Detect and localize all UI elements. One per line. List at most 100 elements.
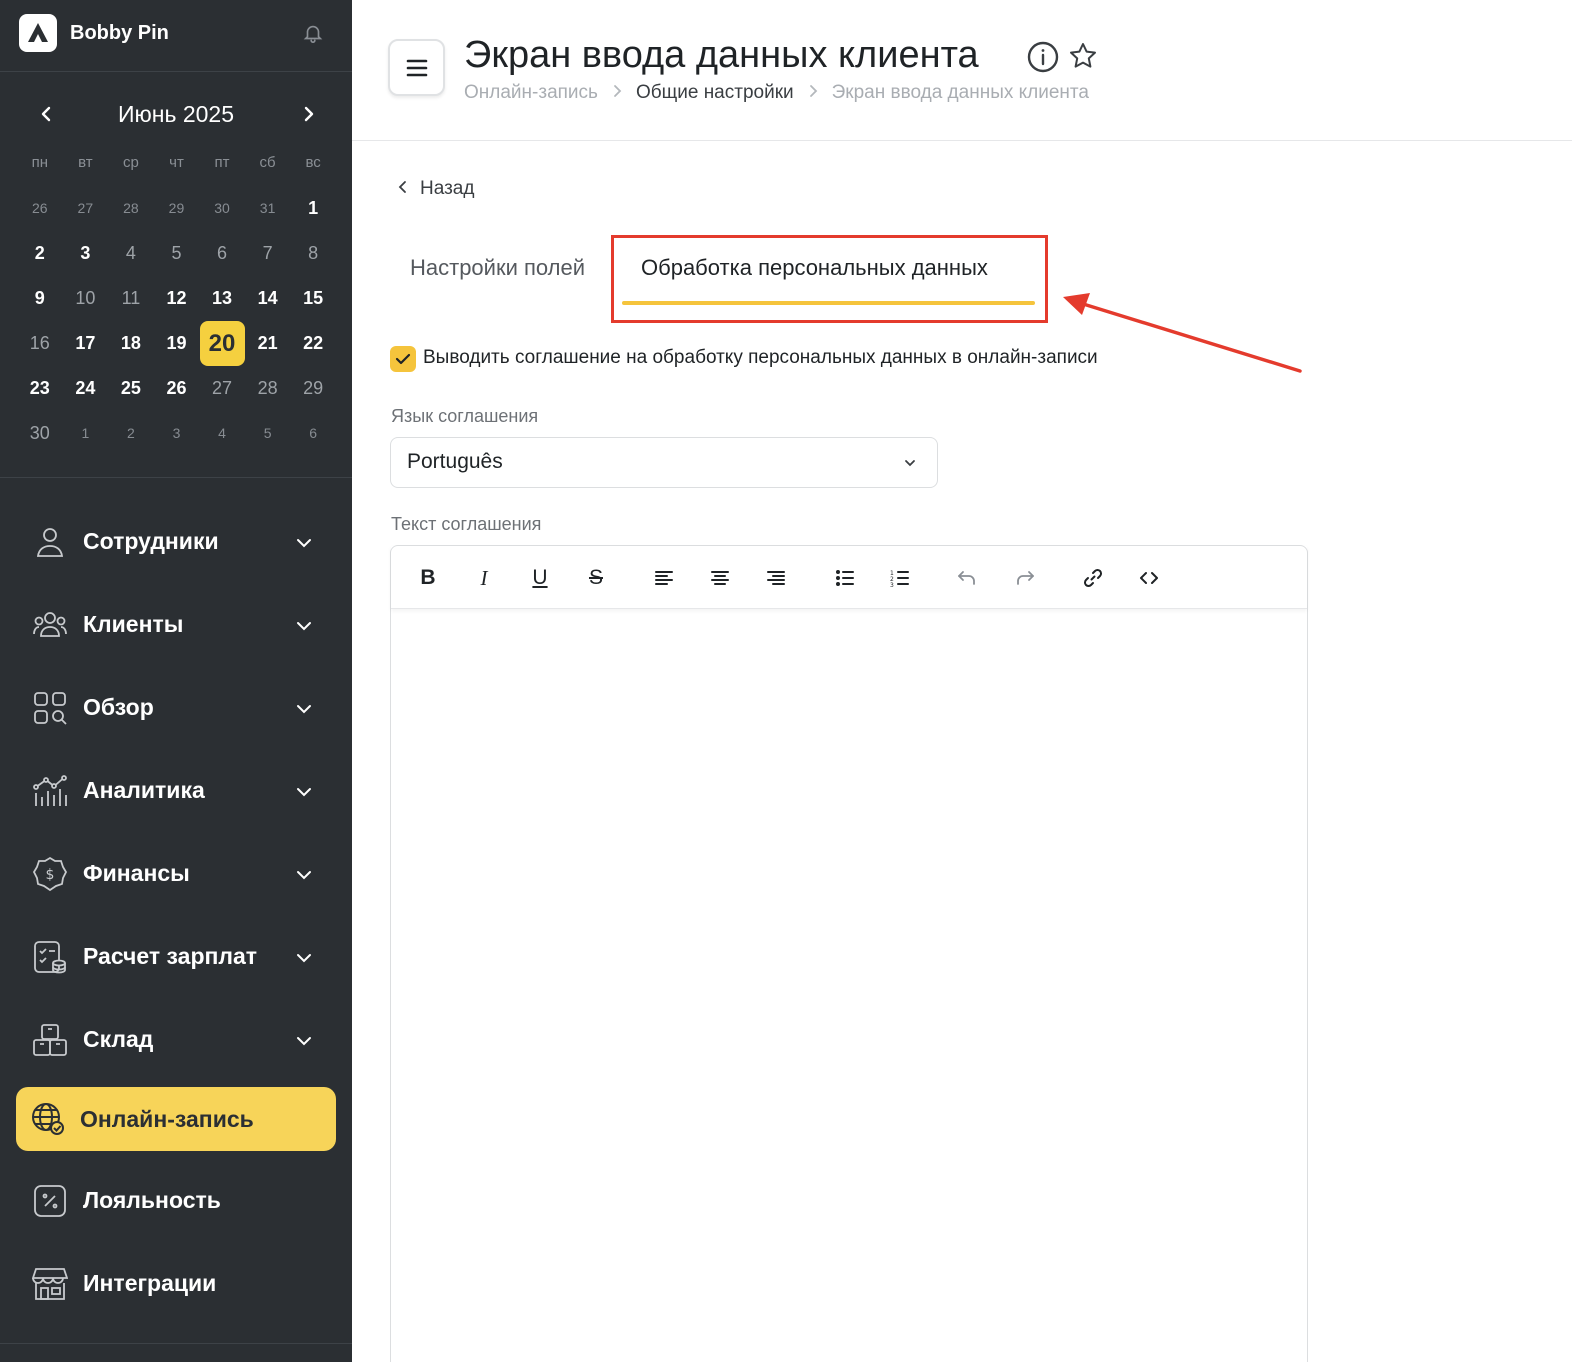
calendar-day[interactable]: 24 <box>63 366 109 411</box>
calendar-day[interactable]: 12 <box>154 276 200 321</box>
calendar-day[interactable]: 19 <box>154 321 200 366</box>
payroll-icon <box>34 941 66 974</box>
info-icon[interactable] <box>1026 40 1060 79</box>
weekday: пн <box>31 154 48 171</box>
brand-logo[interactable] <box>19 14 57 52</box>
chevron-down-icon <box>297 1037 311 1046</box>
calendar-day-selected[interactable]: 20 <box>199 321 245 366</box>
italic-icon[interactable]: I <box>471 565 497 591</box>
discount-icon <box>34 1185 66 1217</box>
calendar-day[interactable]: 30 <box>199 186 245 231</box>
sidebar-item-analytics[interactable]: Аналитика <box>16 749 336 832</box>
sidebar-item-online-booking[interactable]: Онлайн-запись <box>16 1087 336 1151</box>
calendar-day[interactable]: 27 <box>63 186 109 231</box>
selected-day-label: 20 <box>199 321 245 366</box>
calendar-day[interactable]: 4 <box>108 231 154 276</box>
align-right-icon[interactable] <box>763 565 789 591</box>
sidebar-item-clients[interactable]: Клиенты <box>16 583 336 666</box>
bullet-list-icon[interactable] <box>832 565 858 591</box>
calendar-day[interactable]: 11 <box>108 276 154 321</box>
calendar-day[interactable]: 8 <box>290 231 336 276</box>
calendar-day[interactable]: 21 <box>245 321 291 366</box>
calendar-day[interactable]: 14 <box>245 276 291 321</box>
star-icon[interactable] <box>1068 41 1098 76</box>
link-icon[interactable] <box>1080 565 1106 591</box>
calendar-day[interactable]: 17 <box>63 321 109 366</box>
sidebar-item-finances[interactable]: $ Финансы <box>16 832 336 915</box>
calendar-day[interactable]: 18 <box>108 321 154 366</box>
agreement-text-editor[interactable]: B I U S 123 <box>390 545 1308 1362</box>
calendar-day[interactable]: 28 <box>108 186 154 231</box>
menu-button[interactable] <box>388 39 445 96</box>
calendar-day[interactable]: 6 <box>199 231 245 276</box>
sidebar: Bobby Pin Июнь 2025 пн вт ср чт пт сб вс… <box>0 0 352 1362</box>
undo-icon[interactable] <box>954 565 980 591</box>
svg-text:3: 3 <box>890 582 894 587</box>
numbered-list-icon[interactable]: 123 <box>887 565 913 591</box>
calendar-day[interactable]: 10 <box>63 276 109 321</box>
code-icon[interactable] <box>1136 565 1162 591</box>
align-center-icon[interactable] <box>707 565 733 591</box>
calendar-day[interactable]: 26 <box>17 186 63 231</box>
redo-icon[interactable] <box>1012 565 1038 591</box>
calendar-day[interactable]: 4 <box>199 411 245 456</box>
bold-icon[interactable]: B <box>415 565 441 591</box>
calendar-day[interactable]: 5 <box>245 411 291 456</box>
breadcrumb-item[interactable]: Онлайн-запись <box>464 82 598 103</box>
calendar-day[interactable]: 29 <box>290 366 336 411</box>
calendar-day[interactable]: 22 <box>290 321 336 366</box>
calendar-day[interactable]: 29 <box>154 186 200 231</box>
weekday: вс <box>305 154 321 171</box>
calendar-day[interactable]: 1 <box>290 186 336 231</box>
sidebar-item-employees[interactable]: Сотрудники <box>16 500 336 583</box>
calendar-day[interactable]: 16 <box>17 321 63 366</box>
calendar-day[interactable]: 3 <box>63 231 109 276</box>
calendar-day[interactable]: 13 <box>199 276 245 321</box>
calendar-weekdays: пн вт ср чт пт сб вс <box>17 140 336 186</box>
calendar-day[interactable]: 9 <box>17 276 63 321</box>
calendar-day[interactable]: 25 <box>108 366 154 411</box>
calendar-day[interactable]: 28 <box>245 366 291 411</box>
calendar-day[interactable]: 2 <box>108 411 154 456</box>
strikethrough-icon[interactable]: S <box>583 565 609 591</box>
sidebar-item-integrations[interactable]: Интеграции <box>16 1242 336 1325</box>
boxes-icon <box>33 1024 67 1056</box>
weekday: ср <box>122 154 139 171</box>
back-link[interactable]: Назад <box>398 178 474 200</box>
calendar-day[interactable]: 6 <box>290 411 336 456</box>
calendar-header: Июнь 2025 <box>0 96 352 132</box>
calendar-day[interactable]: 2 <box>17 231 63 276</box>
calendar-day[interactable]: 27 <box>199 366 245 411</box>
language-select[interactable]: Português <box>390 437 938 488</box>
calendar-day[interactable]: 5 <box>154 231 200 276</box>
checkbox-label[interactable]: Выводить соглашение на обработку персона… <box>423 347 1098 369</box>
calendar-day[interactable]: 26 <box>154 366 200 411</box>
calendar-day[interactable]: 3 <box>154 411 200 456</box>
calendar-day[interactable]: 15 <box>290 276 336 321</box>
sidebar-item-label: Обзор <box>83 694 154 720</box>
sidebar-item-loyalty[interactable]: Лояльность <box>16 1159 336 1242</box>
agreement-text-label: Текст соглашения <box>391 514 542 534</box>
breadcrumb-item-current: Экран ввода данных клиента <box>831 82 1089 103</box>
brand-name[interactable]: Bobby Pin <box>70 22 169 45</box>
calendar-day[interactable]: 31 <box>245 186 291 231</box>
breadcrumb-item[interactable]: Общие настройки <box>636 82 794 103</box>
calendar-week: 30 1 2 3 4 5 6 <box>17 411 336 456</box>
sidebar-item-warehouse[interactable]: Склад <box>16 998 336 1081</box>
calendar-day[interactable]: 23 <box>17 366 63 411</box>
sidebar-item-label: Склад <box>83 1026 154 1052</box>
sidebar-item-payroll[interactable]: Расчет зарплат <box>16 915 336 998</box>
calendar-day[interactable]: 30 <box>17 411 63 456</box>
chevron-right-icon[interactable] <box>297 102 321 126</box>
personal-data-checkbox[interactable] <box>390 346 416 372</box>
tab-field-settings[interactable]: Настройки полей <box>410 255 585 281</box>
underline-icon[interactable]: U <box>527 565 553 591</box>
calendar-grid: пн вт ср чт пт сб вс 26 27 28 29 30 31 1… <box>17 140 336 456</box>
align-left-icon[interactable] <box>651 565 677 591</box>
calendar-day[interactable]: 7 <box>245 231 291 276</box>
sidebar-item-label: Аналитика <box>83 777 205 803</box>
calendar-day[interactable]: 1 <box>63 411 109 456</box>
sidebar-item-label: Сотрудники <box>83 528 219 554</box>
sidebar-item-overview[interactable]: Обзор <box>16 666 336 749</box>
bell-icon[interactable] <box>302 22 324 49</box>
